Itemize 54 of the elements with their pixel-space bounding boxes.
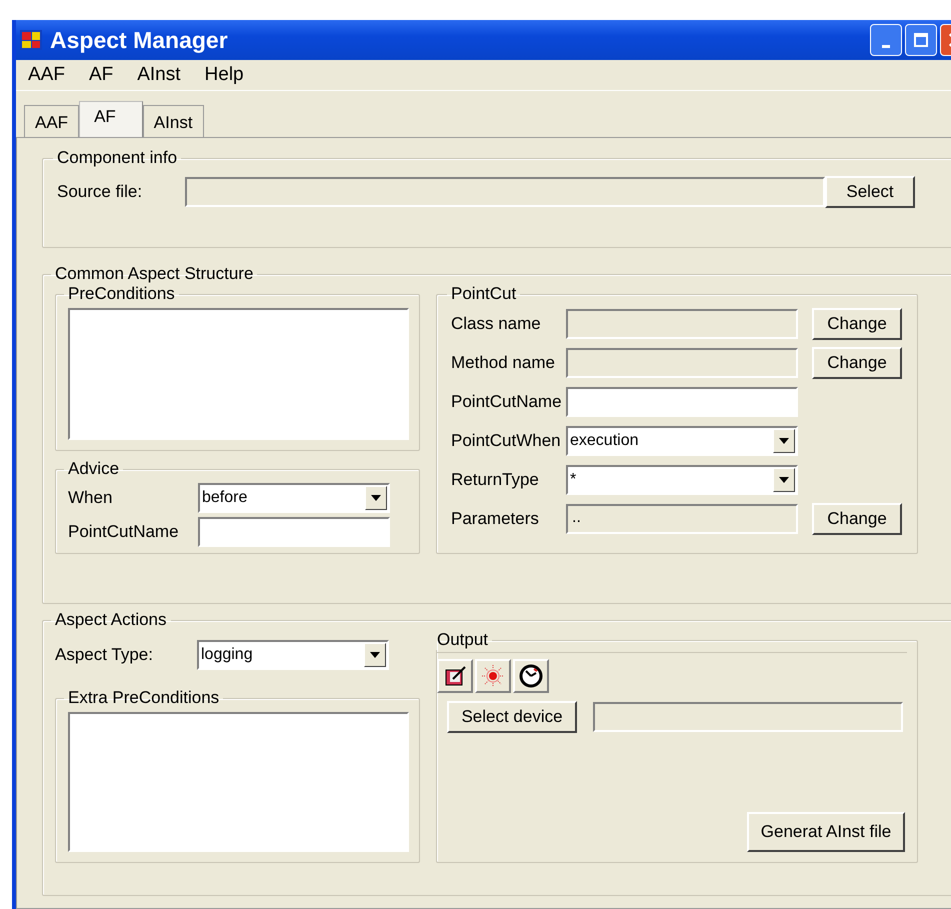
group-title: Extra PreConditions [67, 688, 220, 708]
dropdown[interactable]: * [566, 464, 798, 494]
group-title: PreConditions [67, 284, 176, 304]
tab[interactable]: AInst [142, 105, 204, 137]
dropdown[interactable]: logging [197, 640, 389, 670]
input-field[interactable]: .. [566, 504, 798, 534]
field-label: Parameters [451, 508, 540, 528]
maximize-icon [913, 32, 929, 48]
change-button[interactable]: Change [812, 502, 902, 534]
group-title: Component info [56, 148, 178, 168]
input-field[interactable] [566, 308, 798, 338]
group-title: Aspect Actions [54, 610, 168, 630]
field-label: PointCutName [451, 392, 563, 412]
app-icon [20, 30, 42, 50]
text-area[interactable] [68, 308, 409, 440]
input-field[interactable] [566, 386, 798, 416]
clock-icon [519, 664, 543, 688]
group-title: Advice [67, 459, 120, 479]
select-device-button[interactable]: Select device [447, 701, 577, 733]
menu-item[interactable]: AInst [137, 64, 181, 86]
group-title: Output [436, 630, 490, 650]
minimize-button[interactable] [870, 24, 902, 56]
maximize-button[interactable] [905, 24, 937, 56]
toolbar-button[interactable] [513, 659, 549, 693]
input-field[interactable] [566, 348, 798, 378]
input-field[interactable] [185, 177, 825, 207]
field-label: ReturnType [451, 470, 540, 490]
field-label: When [68, 488, 114, 508]
minimize-icon [882, 44, 890, 48]
menu-item[interactable]: AAF [28, 64, 65, 86]
notebook-pen-icon [443, 664, 467, 688]
field-label: Method name [451, 352, 556, 372]
toolbar-button[interactable] [437, 659, 473, 693]
window-title: Aspect Manager [50, 26, 228, 54]
change-button[interactable]: Change [812, 346, 902, 378]
select-button[interactable]: Select [825, 176, 915, 208]
input-field[interactable] [198, 517, 390, 547]
group-title: PointCut [450, 284, 518, 304]
input-field[interactable] [593, 702, 903, 732]
menu-item[interactable]: Help [204, 64, 244, 86]
group-title: Common Aspect Structure [54, 264, 254, 284]
change-button[interactable]: Change [812, 308, 902, 340]
menu-item[interactable]: AF [88, 64, 114, 86]
dropdown[interactable]: before [198, 483, 390, 513]
tab[interactable]: AAF [24, 105, 80, 137]
field-label: Aspect Type: [55, 645, 154, 665]
light-icon [481, 664, 505, 688]
generate-button[interactable]: Generat AInst file [747, 812, 905, 852]
field-label: PointCutWhen [451, 430, 562, 450]
field-label: Class name [451, 314, 542, 334]
tab[interactable]: AF [79, 101, 143, 137]
field-label: Source file: [57, 182, 144, 202]
dropdown[interactable]: execution [566, 426, 798, 456]
field-label: PointCutName [68, 522, 180, 542]
